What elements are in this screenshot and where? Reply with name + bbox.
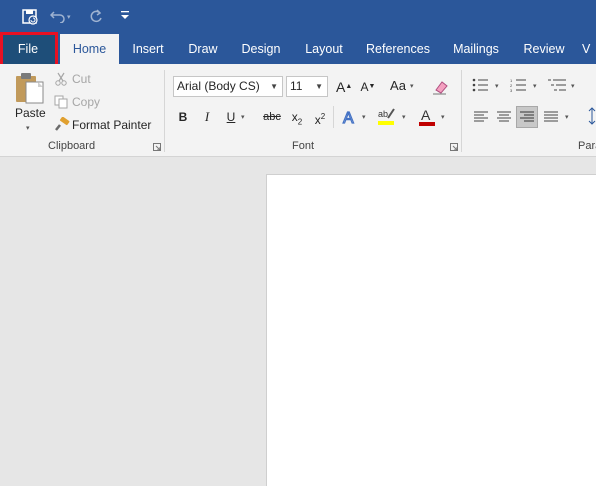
font-size-dropdown[interactable]: 11 ▼: [286, 76, 328, 97]
paste-icon[interactable]: [12, 70, 48, 106]
tab-design[interactable]: Design: [235, 34, 287, 64]
align-right-button[interactable]: [516, 106, 538, 128]
numbering-dropdown-icon[interactable]: ▾: [533, 82, 537, 90]
file-tab-highlight-box: [0, 32, 58, 68]
subscript-button[interactable]: x2: [288, 107, 306, 127]
cut-button[interactable]: Cut: [72, 72, 91, 86]
tab-references[interactable]: References: [362, 34, 434, 64]
save-icon[interactable]: [21, 8, 39, 26]
font-name-dropdown[interactable]: Arial (Body CS) ▼: [173, 76, 283, 97]
undo-icon[interactable]: [50, 9, 66, 23]
font-size-value: 11: [290, 79, 303, 93]
group-separator: [461, 70, 462, 152]
grow-font-button[interactable]: A▲: [336, 77, 352, 97]
underline-button[interactable]: U: [224, 107, 238, 127]
format-painter-button[interactable]: Format Painter: [72, 118, 151, 132]
font-dialog-launcher-icon[interactable]: [450, 143, 458, 151]
font-name-value: Arial (Body CS): [177, 79, 260, 93]
divider: [333, 106, 334, 128]
subscript-mark: 2: [297, 117, 303, 127]
strikethrough-button[interactable]: abc: [260, 107, 284, 127]
justify-button[interactable]: [541, 106, 563, 128]
chevron-down-icon: ▼: [270, 82, 278, 91]
superscript-mark: 2: [320, 112, 326, 121]
redo-icon[interactable]: [88, 9, 104, 25]
multilevel-dropdown-icon[interactable]: ▾: [571, 82, 575, 90]
line-spacing-icon[interactable]: [588, 106, 596, 126]
undo-dropdown-icon[interactable]: ▾: [67, 13, 71, 21]
tab-insert[interactable]: Insert: [124, 34, 172, 64]
align-left-button[interactable]: [470, 106, 492, 128]
clear-formatting-icon[interactable]: [432, 79, 450, 95]
svg-text:A: A: [343, 110, 354, 126]
align-center-button[interactable]: [493, 106, 515, 128]
group-separator: [164, 70, 165, 152]
paste-dropdown-icon[interactable]: ▾: [26, 124, 30, 132]
underline-dropdown-icon[interactable]: ▾: [241, 113, 245, 121]
shrink-font-button[interactable]: A▼: [360, 77, 376, 97]
grow-font-label: A: [336, 79, 346, 95]
paste-button[interactable]: Paste: [15, 106, 46, 120]
tab-draw[interactable]: Draw: [180, 34, 226, 64]
chevron-down-icon: ▼: [315, 82, 323, 91]
tab-view[interactable]: V: [582, 34, 596, 64]
shrink-font-label: A: [360, 80, 369, 94]
tab-mailings[interactable]: Mailings: [446, 34, 506, 64]
bold-button[interactable]: B: [176, 107, 190, 127]
text-effects-dropdown-icon[interactable]: ▾: [362, 113, 366, 121]
text-effects-icon[interactable]: A: [341, 108, 359, 126]
shrink-font-arrow-icon: ▼: [368, 83, 376, 90]
svg-text:3: 3: [510, 88, 513, 92]
tab-review[interactable]: Review: [518, 34, 570, 64]
highlight-dropdown-icon[interactable]: ▾: [402, 113, 406, 121]
tab-home[interactable]: Home: [60, 34, 119, 64]
bullets-icon[interactable]: [472, 78, 490, 92]
font-color-icon[interactable]: A: [418, 106, 436, 126]
svg-text:A: A: [421, 107, 431, 123]
svg-text:ab: ab: [378, 109, 388, 119]
multilevel-list-icon[interactable]: [548, 78, 568, 92]
tab-layout[interactable]: Layout: [298, 34, 350, 64]
superscript-button[interactable]: x2: [311, 107, 329, 127]
paragraph-group-label: Para: [578, 140, 596, 152]
justify-dropdown-icon[interactable]: ▾: [565, 113, 569, 121]
font-group-label: Font: [292, 140, 315, 152]
font-color-dropdown-icon[interactable]: ▾: [441, 113, 445, 121]
document-page[interactable]: [266, 174, 596, 486]
cut-icon: [54, 72, 68, 86]
bullets-dropdown-icon[interactable]: ▾: [495, 82, 499, 90]
change-case-button[interactable]: Aa: [388, 76, 408, 96]
highlight-color-icon[interactable]: ab: [376, 106, 396, 126]
copy-icon: [54, 95, 68, 109]
numbering-icon[interactable]: 123: [510, 78, 528, 92]
customize-qat-icon[interactable]: [120, 9, 130, 21]
clipboard-dialog-launcher-icon[interactable]: [153, 143, 161, 151]
clipboard-group-label: Clipboard: [48, 140, 96, 152]
italic-button[interactable]: I: [200, 107, 214, 127]
grow-font-arrow-icon: ▲: [345, 83, 353, 90]
change-case-dropdown-icon[interactable]: ▾: [410, 82, 414, 90]
format-painter-icon: [54, 117, 70, 131]
copy-button[interactable]: Copy: [72, 95, 100, 109]
